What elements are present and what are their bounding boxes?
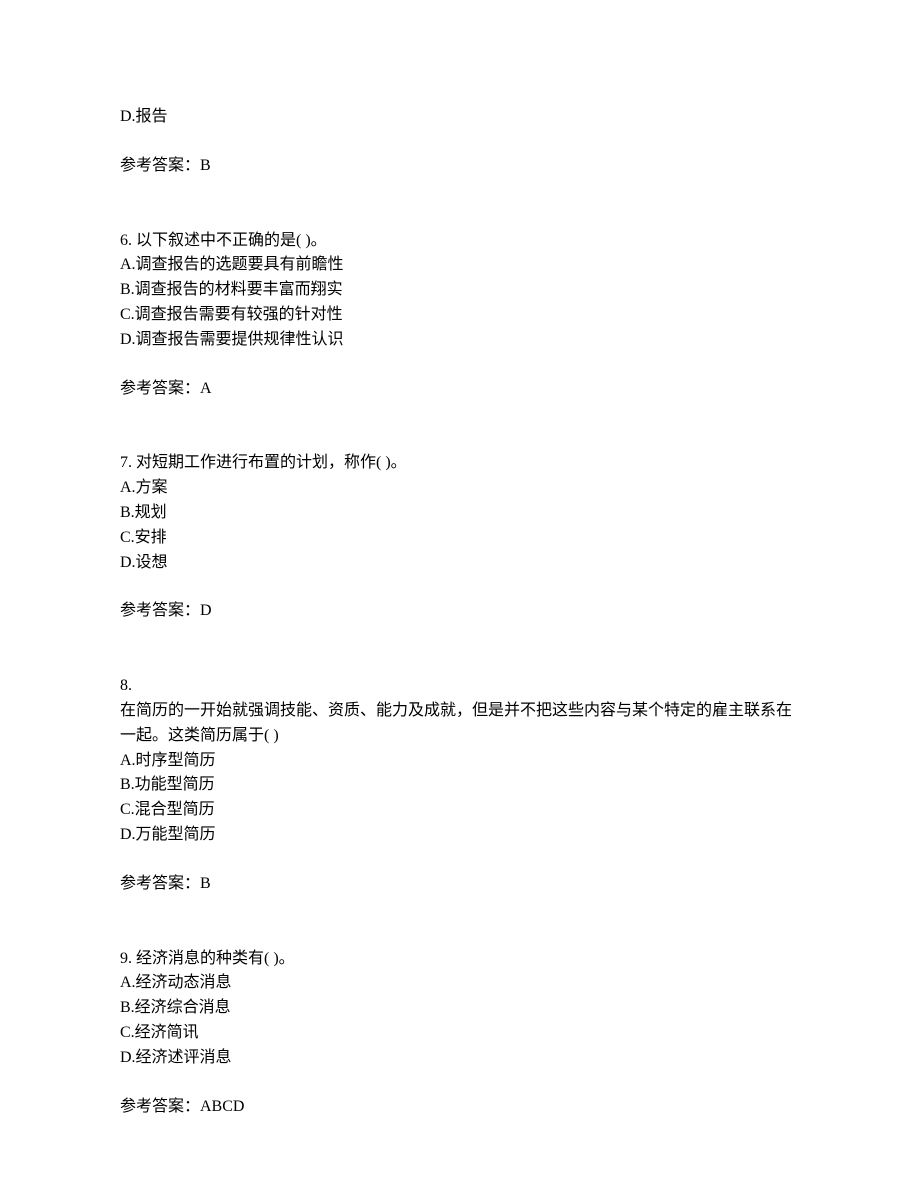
q9-answer: 参考答案：ABCD: [120, 1095, 800, 1120]
q8-option-a: A.时序型简历: [120, 749, 800, 774]
q8-answer: 参考答案：B: [120, 872, 800, 897]
q6-option-d: D.调查报告需要提供规律性认识: [120, 328, 800, 353]
q6-option-c: C.调查报告需要有较强的针对性: [120, 303, 800, 328]
q6-stem: 6. 以下叙述中不正确的是( )。: [120, 229, 800, 254]
q9-option-a: A.经济动态消息: [120, 971, 800, 996]
q8-option-b: B.功能型简历: [120, 773, 800, 798]
q7-option-c: C.安排: [120, 526, 800, 551]
q6-answer: 参考答案：A: [120, 377, 800, 402]
q7-option-d: D.设想: [120, 551, 800, 576]
q9-option-b: B.经济综合消息: [120, 996, 800, 1021]
q8-option-d: D.万能型简历: [120, 823, 800, 848]
q8-number: 8.: [120, 674, 800, 699]
q8-option-c: C.混合型简历: [120, 798, 800, 823]
q8-stem: 在简历的一开始就强调技能、资质、能力及成就，但是并不把这些内容与某个特定的雇主联…: [120, 699, 800, 749]
q6-option-a: A.调查报告的选题要具有前瞻性: [120, 253, 800, 278]
q7-stem: 7. 对短期工作进行布置的计划，称作( )。: [120, 451, 800, 476]
q6-option-b: B.调查报告的材料要丰富而翔实: [120, 278, 800, 303]
q5-option-d: D.报告: [120, 105, 800, 130]
q7-answer: 参考答案：D: [120, 599, 800, 624]
q5-answer: 参考答案：B: [120, 154, 800, 179]
q9-stem: 9. 经济消息的种类有( )。: [120, 947, 800, 972]
q9-option-c: C.经济简讯: [120, 1021, 800, 1046]
q9-option-d: D.经济述评消息: [120, 1046, 800, 1071]
q7-option-a: A.方案: [120, 476, 800, 501]
q7-option-b: B.规划: [120, 501, 800, 526]
